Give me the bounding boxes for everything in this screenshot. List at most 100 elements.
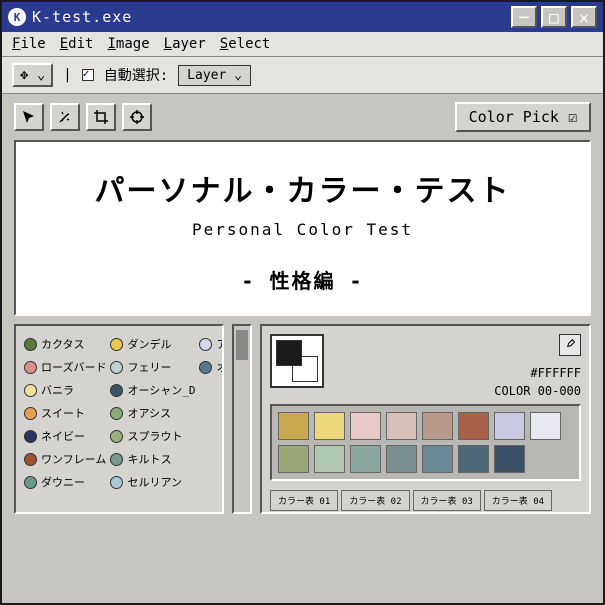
- palette-swatch[interactable]: [278, 445, 309, 473]
- color-item[interactable]: ダンデル: [110, 334, 195, 354]
- swatch-icon: [199, 361, 212, 374]
- swatch-grid: [270, 404, 581, 481]
- palette-swatch[interactable]: [422, 412, 453, 440]
- hex-value: #FFFFFF: [530, 366, 581, 380]
- palette-swatch[interactable]: [314, 445, 345, 473]
- swatch-icon: [110, 384, 123, 397]
- color-name: ダウニー: [41, 474, 85, 490]
- swatch-icon: [110, 430, 123, 443]
- window-title: K-test.exe: [32, 8, 132, 26]
- color-item[interactable]: カクタス: [24, 334, 106, 354]
- divider: |: [63, 67, 71, 83]
- color-item[interactable]: フェリー: [110, 357, 195, 377]
- palette-swatch[interactable]: [350, 412, 381, 440]
- swatch-icon: [24, 430, 37, 443]
- palette-swatch[interactable]: [530, 412, 561, 440]
- minimize-button[interactable]: ─: [511, 6, 537, 28]
- palette-swatch[interactable]: [386, 445, 417, 473]
- autoselect-checkbox[interactable]: [82, 69, 94, 81]
- palette-tab[interactable]: カラー表 01: [270, 490, 338, 511]
- palette-tab[interactable]: カラー表 02: [341, 490, 409, 511]
- foreground-color[interactable]: [276, 340, 302, 366]
- palette-swatch[interactable]: [314, 412, 345, 440]
- color-item[interactable]: オーシャン_D: [110, 380, 195, 400]
- palette-tab[interactable]: カラー表 03: [413, 490, 481, 511]
- palette-swatch[interactable]: [350, 445, 381, 473]
- menu-select[interactable]: Select: [220, 36, 271, 52]
- palette-swatch[interactable]: [458, 445, 489, 473]
- autoselect-label: 自動選択:: [104, 65, 168, 85]
- move-tool-options[interactable]: ✥ ⌄: [12, 63, 53, 87]
- eyedropper-button[interactable]: [559, 334, 581, 356]
- palette-swatch[interactable]: [278, 412, 309, 440]
- crop-tool[interactable]: [86, 103, 116, 131]
- color-item[interactable]: オアシス: [110, 403, 195, 423]
- menubar: File Edit Image Layer Select: [2, 32, 603, 57]
- menu-layer[interactable]: Layer: [164, 36, 206, 52]
- swatch-icon: [110, 361, 123, 374]
- swatch-icon: [24, 407, 37, 420]
- color-name: ネイビー: [41, 428, 85, 444]
- color-item[interactable]: ネイビー: [24, 426, 106, 446]
- hero-title: パーソナル・カラー・テスト: [26, 166, 579, 210]
- layer-select[interactable]: Layer ⌄: [178, 65, 251, 86]
- color-item[interactable]: セルリアン: [110, 472, 195, 492]
- maximize-button[interactable]: □: [541, 6, 567, 28]
- swatch-icon: [24, 453, 37, 466]
- color-name: オーシャン_D: [127, 382, 195, 398]
- color-item[interactable]: キルトス: [110, 449, 195, 469]
- menu-file[interactable]: File: [12, 36, 46, 52]
- close-button[interactable]: ✕: [571, 6, 597, 28]
- color-item[interactable]: スプラウト: [110, 426, 195, 446]
- color-name: キルトス: [127, 451, 171, 467]
- color-name: オーシャン_B: [216, 359, 224, 375]
- swatch-icon: [24, 384, 37, 397]
- swatch-icon: [110, 407, 123, 420]
- hero-subtitle: Personal Color Test: [26, 220, 579, 239]
- target-tool[interactable]: [122, 103, 152, 131]
- color-item[interactable]: スイート: [24, 403, 106, 423]
- menu-edit[interactable]: Edit: [60, 36, 94, 52]
- color-item[interactable]: ダウニー: [24, 472, 106, 492]
- color-name: カクタス: [41, 336, 85, 352]
- color-list-panel: カクタスローズバードバニラスイートネイビーワンフレームダウニーダンデルフェリーオ…: [14, 324, 224, 514]
- swatch-icon: [110, 338, 123, 351]
- color-name: セルリアン: [127, 474, 182, 490]
- swatch-icon: [110, 453, 123, 466]
- options-bar: ✥ ⌄ | 自動選択: Layer ⌄: [2, 57, 603, 94]
- color-name: フェリー: [127, 359, 171, 375]
- color-item[interactable]: オーシャン_B: [199, 357, 224, 377]
- palette-swatch[interactable]: [386, 412, 417, 440]
- palette-swatch[interactable]: [422, 445, 453, 473]
- color-pick-button[interactable]: Color Pick ☑: [455, 102, 591, 132]
- palette-tab[interactable]: カラー表 04: [484, 490, 552, 511]
- menu-image[interactable]: Image: [107, 36, 149, 52]
- pointer-tool[interactable]: [14, 103, 44, 131]
- color-name: ローズバード: [41, 359, 106, 375]
- color-item[interactable]: ローズバード: [24, 357, 106, 377]
- color-name: アリス: [216, 336, 224, 352]
- color-pick-label: Color Pick ☑: [469, 108, 577, 126]
- palette-swatch[interactable]: [458, 412, 489, 440]
- color-picker-panel: #FFFFFF COLOR 00-000 カラー表 01カラー表 02カラー表 …: [260, 324, 591, 514]
- wand-tool[interactable]: [50, 103, 80, 131]
- palette-swatch[interactable]: [494, 412, 525, 440]
- palette-tabs: カラー表 01カラー表 02カラー表 03カラー表 04: [270, 490, 581, 511]
- fg-bg-swatch[interactable]: [270, 334, 324, 388]
- color-name: バニラ: [41, 382, 74, 398]
- hero-panel: パーソナル・カラー・テスト Personal Color Test - 性格編 …: [14, 140, 591, 316]
- palette-swatch[interactable]: [494, 445, 525, 473]
- color-name: スイート: [41, 405, 85, 421]
- color-name: ワンフレーム: [41, 451, 106, 467]
- swatch-icon: [24, 361, 37, 374]
- color-item[interactable]: バニラ: [24, 380, 106, 400]
- scrollbar[interactable]: [232, 324, 252, 514]
- color-code: COLOR 00-000: [494, 384, 581, 398]
- color-name: ダンデル: [127, 336, 171, 352]
- color-item[interactable]: ワンフレーム: [24, 449, 106, 469]
- scroll-thumb[interactable]: [236, 330, 248, 360]
- swatch-icon: [24, 338, 37, 351]
- app-icon: K: [8, 8, 26, 26]
- color-item[interactable]: アリス: [199, 334, 224, 354]
- swatch-icon: [199, 338, 212, 351]
